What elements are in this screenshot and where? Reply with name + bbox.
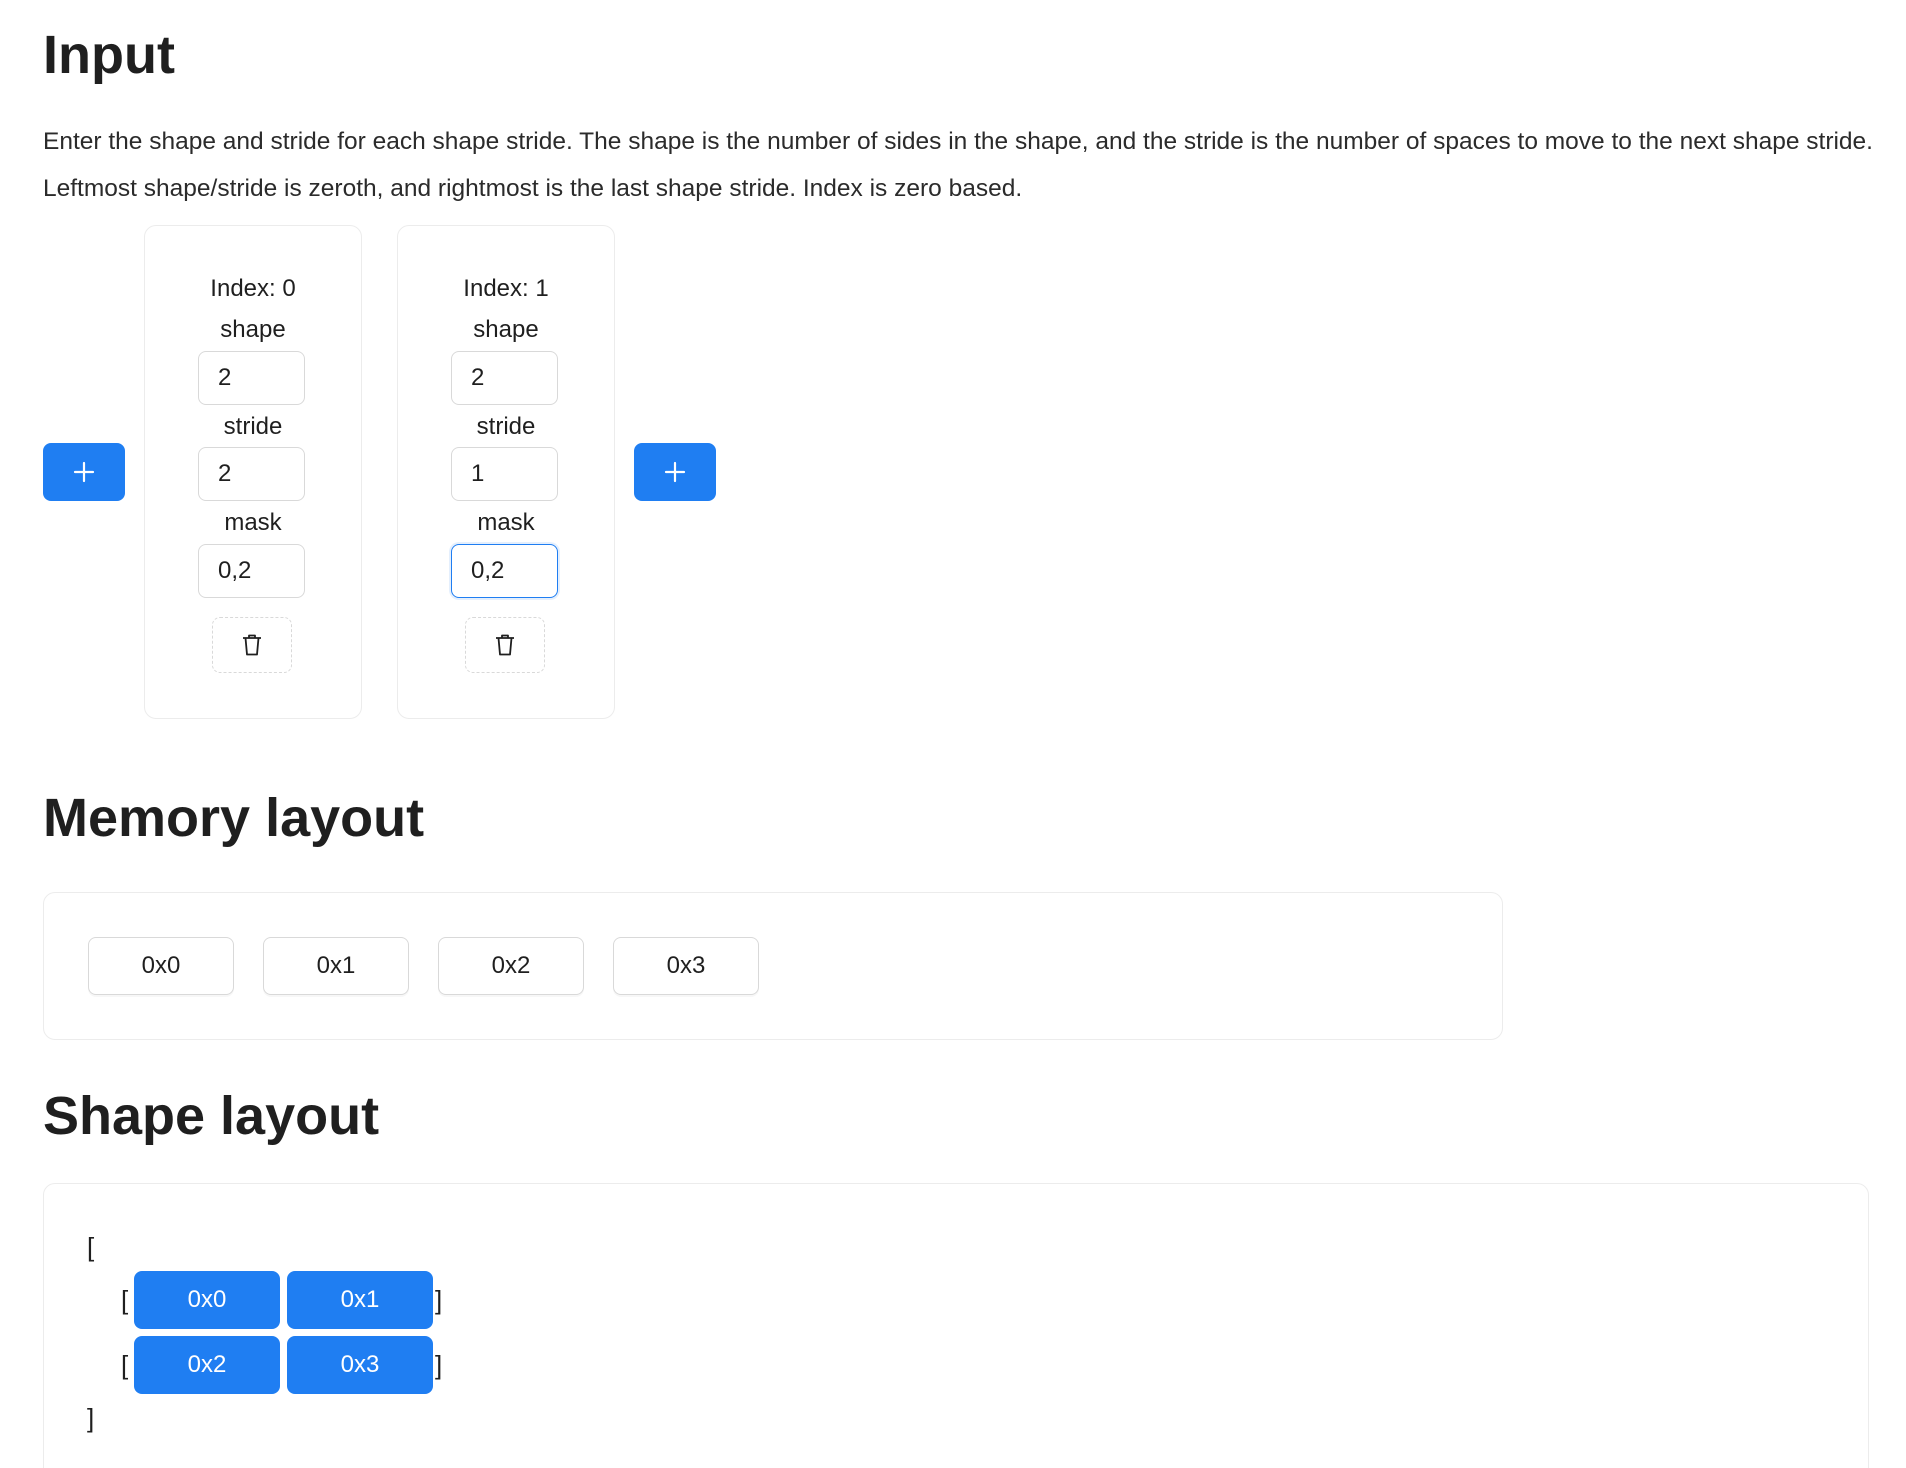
plus-icon: [73, 461, 95, 483]
shape-cell[interactable]: 0x2: [134, 1336, 280, 1394]
card-index-label: Index: 1: [463, 275, 549, 302]
memory-layout-panel: 0x0 0x1 0x2 0x3: [43, 892, 1503, 1040]
shape-layout-panel: [ [ 0x0 0x1 ] [ 0x2 0x3 ] ]: [43, 1183, 1869, 1468]
stride-input[interactable]: [198, 447, 305, 501]
delete-button[interactable]: [212, 617, 292, 673]
stride-label: stride: [476, 413, 536, 440]
row-open-bracket: [: [121, 1350, 129, 1380]
shape-label: shape: [473, 316, 539, 343]
shape-label: shape: [220, 316, 286, 343]
row-close-bracket: ]: [435, 1350, 443, 1380]
outer-close-bracket: ]: [87, 1403, 95, 1433]
mask-label: mask: [224, 509, 282, 536]
outer-open-bracket: [: [87, 1232, 95, 1262]
mask-input[interactable]: [198, 544, 305, 598]
shape-cell[interactable]: 0x0: [134, 1271, 280, 1329]
shape-cell[interactable]: 0x3: [287, 1336, 433, 1394]
trash-icon: [243, 634, 261, 656]
trash-icon: [496, 634, 514, 656]
memory-layout-heading: Memory layout: [43, 788, 425, 848]
memory-cell[interactable]: 0x3: [613, 937, 759, 995]
plus-icon: [664, 461, 686, 483]
delete-button[interactable]: [465, 617, 545, 673]
shape-input[interactable]: [451, 351, 558, 405]
memory-cell[interactable]: 0x2: [438, 937, 584, 995]
input-heading: Input: [43, 25, 175, 85]
add-before-button[interactable]: [43, 443, 125, 501]
stride-card-1: Index: 1 shape stride mask: [397, 225, 615, 719]
shape-input[interactable]: [198, 351, 305, 405]
stride-input[interactable]: [451, 447, 558, 501]
shape-layout-heading: Shape layout: [43, 1086, 380, 1146]
mask-label: mask: [477, 509, 535, 536]
card-index-label: Index: 0: [210, 275, 296, 302]
stride-card-0: Index: 0 shape stride mask: [144, 225, 362, 719]
memory-cell[interactable]: 0x1: [263, 937, 409, 995]
add-after-button[interactable]: [634, 443, 716, 501]
memory-cell[interactable]: 0x0: [88, 937, 234, 995]
row-close-bracket: ]: [435, 1285, 443, 1315]
mask-input[interactable]: [451, 544, 558, 598]
row-open-bracket: [: [121, 1285, 129, 1315]
shape-cell[interactable]: 0x1: [287, 1271, 433, 1329]
stride-label: stride: [223, 413, 283, 440]
input-description: Enter the shape and stride for each shap…: [43, 128, 1873, 202]
page: Input Enter the shape and stride for eac…: [0, 0, 1906, 1468]
